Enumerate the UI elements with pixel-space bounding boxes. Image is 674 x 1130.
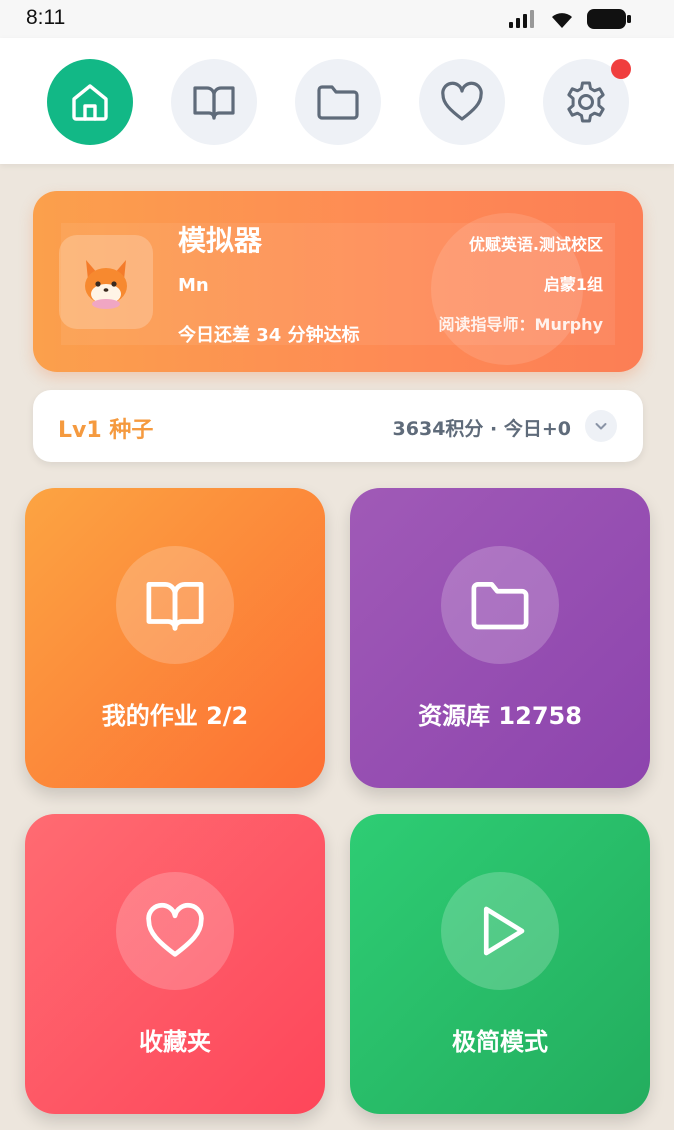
profile-name: 模拟器: [178, 224, 263, 257]
level-label: Lv1 种子: [58, 418, 154, 443]
folder-icon: [317, 85, 359, 120]
profile-card[interactable]: 模拟器 Mn 今日还差 34 分钟达标 优赋英语.测试校区 启蒙1组 阅读指导师…: [33, 191, 643, 372]
nav-favorites-button[interactable]: [419, 59, 505, 145]
level-bar[interactable]: Lv1 种子 3634积分 · 今日+0: [33, 390, 643, 462]
wifi-icon: [552, 13, 572, 28]
nav-books-button[interactable]: [171, 59, 257, 145]
class-group: 启蒙1组: [543, 275, 603, 294]
tile-icon-circle: [116, 872, 234, 990]
teacher-name: 阅读指导师：Murphy: [438, 315, 603, 334]
heart-icon: [441, 81, 483, 121]
fox-avatar-icon: [85, 260, 127, 309]
book-icon: [193, 86, 235, 120]
school-name: 优赋英语.测试校区: [468, 235, 603, 254]
daily-progress-text: 今日还差 34 分钟达标: [178, 325, 360, 346]
profile-username: Mn: [178, 275, 209, 296]
tile-icon-circle: [116, 546, 234, 664]
home-icon: [72, 84, 108, 121]
chevron-down-icon: [595, 423, 607, 430]
homework-tile[interactable]: 我的作业 2/2: [25, 488, 325, 788]
heart-icon: [146, 902, 204, 957]
expand-toggle-button[interactable]: [585, 410, 617, 442]
favorites-tile[interactable]: 收藏夹: [25, 814, 325, 1114]
folder-icon: [471, 582, 529, 630]
tile-icon-circle: [441, 546, 559, 664]
notification-badge: [611, 59, 631, 79]
minimal-mode-tile-label: 极简模式: [452, 1028, 548, 1056]
tile-icon-circle: [441, 872, 559, 990]
resource-library-tile-label: 资源库 12758: [418, 702, 582, 730]
play-icon: [483, 906, 525, 956]
resource-library-tile[interactable]: 资源库 12758: [350, 488, 650, 788]
nav-folder-button[interactable]: [295, 59, 381, 145]
status-icons: [508, 8, 632, 30]
nav-settings-button[interactable]: [543, 59, 631, 145]
book-icon: [146, 582, 204, 631]
top-nav: [0, 38, 674, 164]
favorites-tile-label: 收藏夹: [139, 1028, 211, 1056]
homework-tile-label: 我的作业 2/2: [101, 702, 249, 730]
status-bar: 8:11: [0, 0, 674, 38]
minimal-mode-tile[interactable]: 极简模式: [350, 814, 650, 1114]
nav-home-button[interactable]: [47, 59, 133, 145]
signal-icon: [509, 10, 534, 28]
status-time: 8:11: [26, 6, 66, 29]
avatar[interactable]: [59, 235, 153, 329]
points-summary: 3634积分 · 今日+0: [392, 418, 571, 440]
battery-icon: [587, 9, 631, 29]
gear-icon: [567, 81, 605, 123]
